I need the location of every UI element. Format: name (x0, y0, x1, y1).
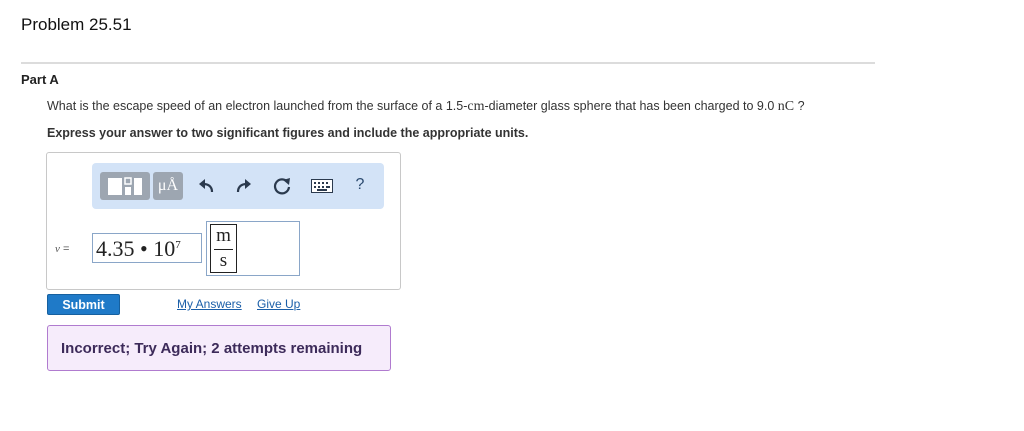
question-prefix: What is the escape speed of an electron … (47, 99, 468, 113)
unit-denominator: s (219, 250, 228, 271)
unit-numerator: m (216, 225, 231, 246)
reset-icon (273, 178, 291, 195)
units-button[interactable]: μÅ (153, 172, 183, 200)
question-unit-cm: cm (467, 99, 485, 114)
answer-box: μÅ ? v = 4.35 • 107 m s (46, 152, 401, 290)
divider (21, 62, 875, 64)
equals-sign: = (59, 243, 70, 255)
redo-icon (236, 179, 251, 193)
value-exponent: 7 (175, 239, 181, 251)
value-mantissa: 4.35 • 10 (96, 236, 176, 261)
math-toolbar: μÅ ? (92, 163, 384, 209)
feedback-message: Incorrect; Try Again; 2 attempts remaini… (61, 340, 363, 357)
units-input[interactable]: m s (206, 221, 300, 276)
keyboard-button[interactable] (311, 178, 333, 194)
templates-button[interactable] (100, 172, 150, 200)
templates-icon (108, 177, 142, 195)
my-answers-link[interactable]: My Answers (177, 297, 242, 311)
question-unit-nc: nC (777, 99, 795, 114)
value-input[interactable]: 4.35 • 107 (92, 233, 202, 263)
reset-button[interactable] (271, 175, 293, 197)
unit-fraction: m s (210, 224, 237, 273)
question-suffix: ? (794, 99, 805, 113)
problem-title: Problem 25.51 (21, 15, 132, 34)
undo-icon (199, 179, 214, 193)
question-text: What is the escape speed of an electron … (47, 99, 805, 115)
redo-button[interactable] (232, 176, 254, 196)
keyboard-icon (311, 179, 333, 193)
question-middle: -diameter glass sphere that has been cha… (484, 99, 778, 113)
part-label: Part A (21, 72, 59, 87)
feedback-box: Incorrect; Try Again; 2 attempts remaini… (47, 325, 391, 371)
undo-button[interactable] (196, 176, 218, 196)
submit-button[interactable]: Submit (47, 294, 120, 315)
give-up-link[interactable]: Give Up (257, 297, 300, 311)
instruction-text: Express your answer to two significant f… (47, 126, 529, 140)
help-button[interactable]: ? (350, 173, 370, 197)
variable-label: v = (55, 243, 69, 255)
